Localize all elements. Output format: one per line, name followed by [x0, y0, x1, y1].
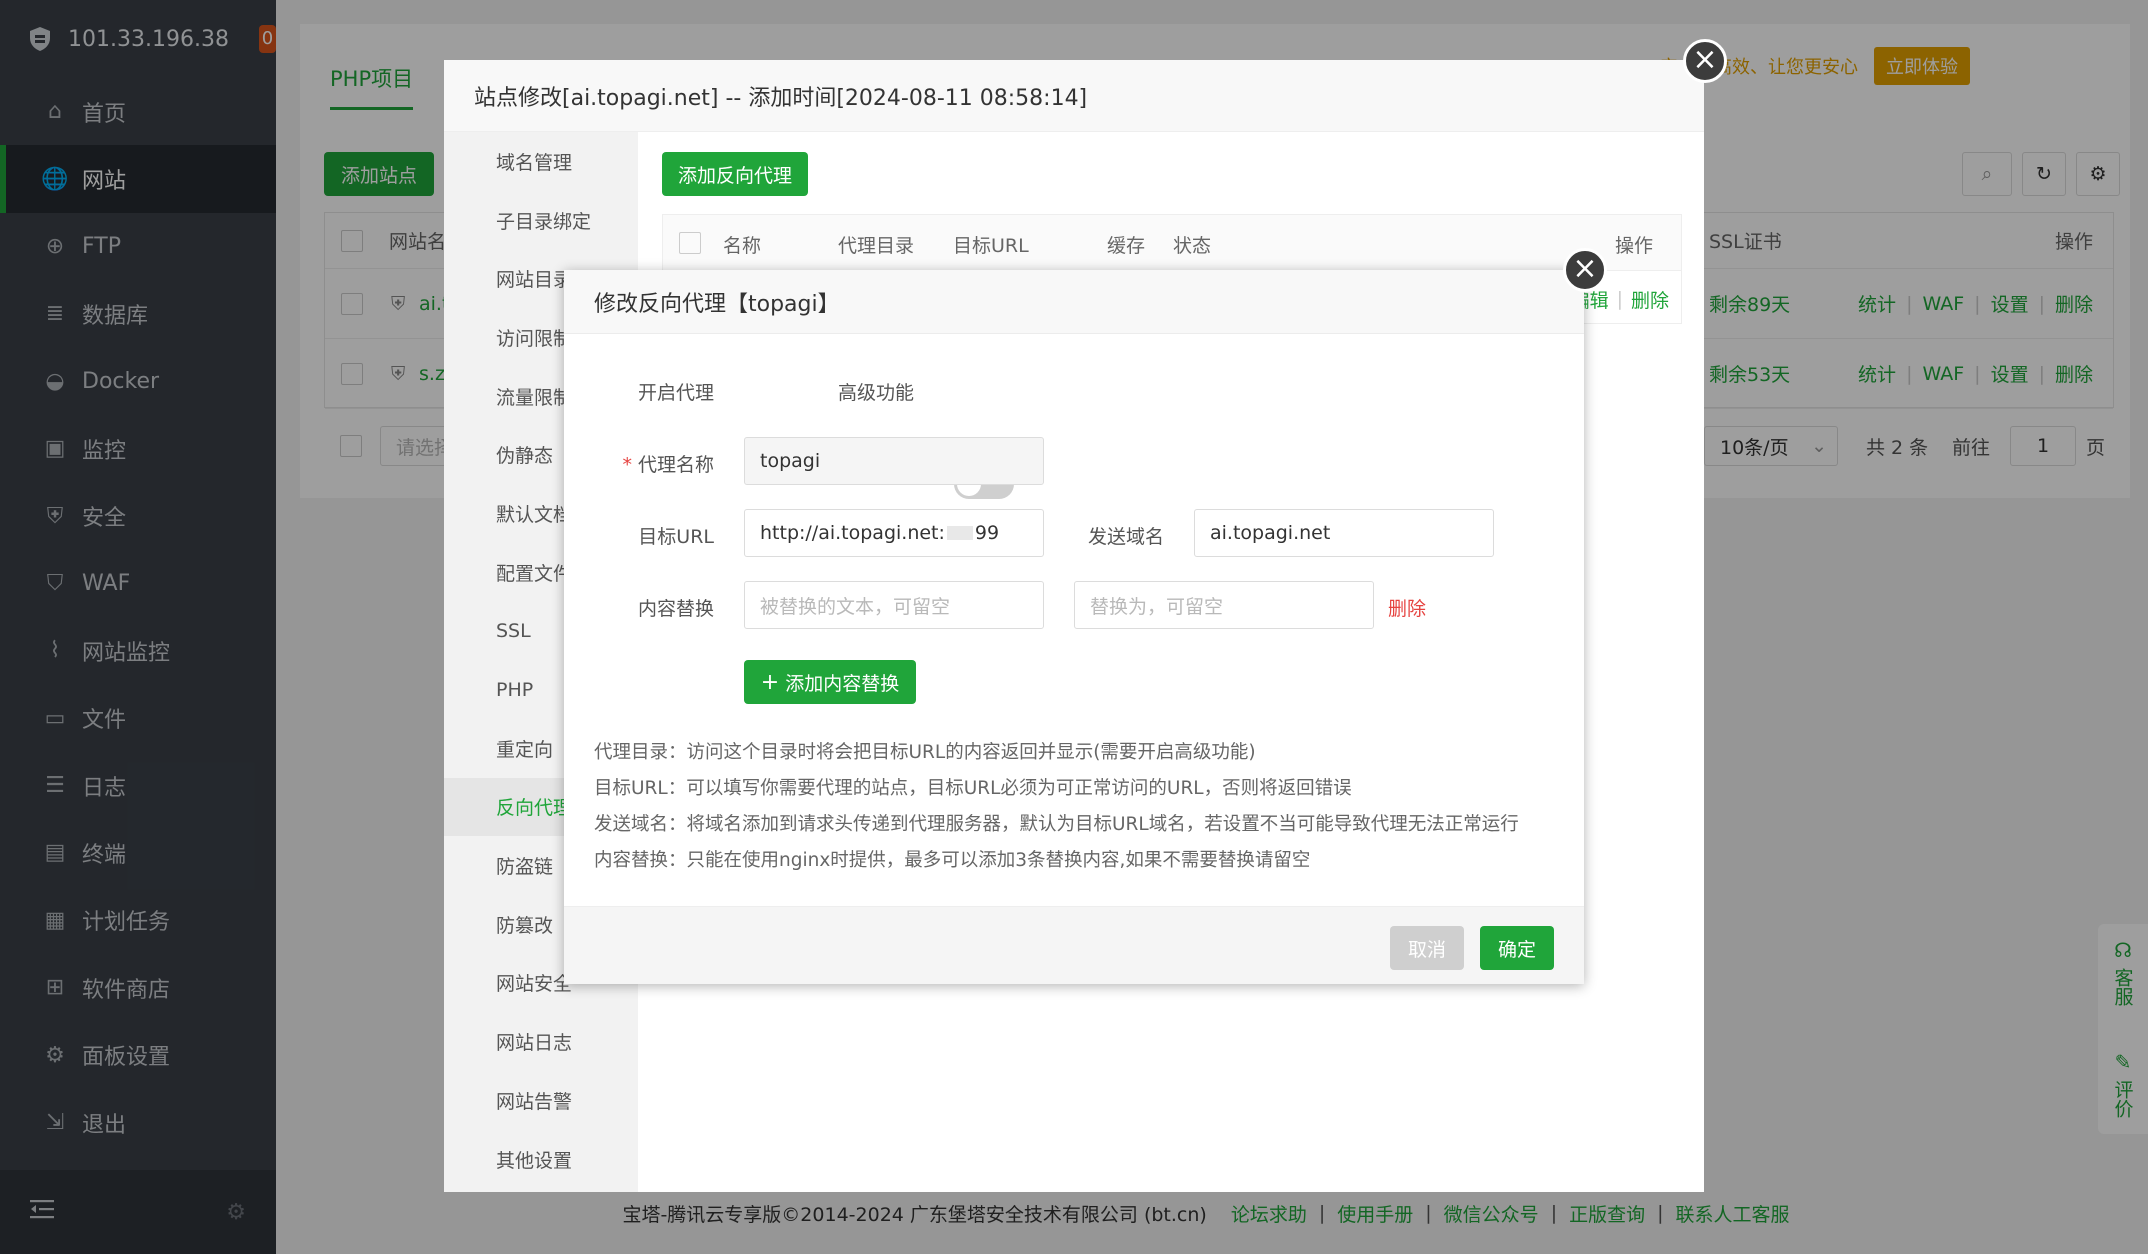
site-nav-item-15[interactable]: 网站日志 [444, 1012, 638, 1071]
content-replace-label: 内容替换 [637, 598, 714, 620]
site-nav-item-1[interactable]: 子目录绑定 [444, 191, 638, 250]
add-proxy-button[interactable]: 添加反向代理 [662, 152, 808, 196]
cancel-button[interactable]: 取消 [1390, 926, 1464, 970]
confirm-button[interactable]: 确定 [1480, 926, 1554, 970]
proxy-column-header-5: 操作 [1614, 235, 1653, 257]
close-site-modal-button[interactable]: × [1683, 39, 1727, 83]
plus-icon: + [760, 669, 780, 695]
proxy-row-delete-link[interactable]: 删除 [1631, 286, 1669, 313]
proxy-dialog-footer: 取消 确定 [564, 906, 1584, 984]
enable-proxy-label: 开启代理 [637, 382, 714, 404]
send-domain-input[interactable]: ai.topagi.net [1194, 509, 1494, 557]
proxy-column-header-2: 目标URL [953, 235, 1029, 257]
help-line: 发送域名：将域名添加到请求头传递到代理服务器，默认为目标URL域名，若设置不当可… [594, 814, 1519, 835]
advanced-label: 高级功能 [837, 382, 914, 404]
site-nav-item-0[interactable]: 域名管理 [444, 132, 638, 191]
site-nav-item-16[interactable]: 网站告警 [444, 1071, 638, 1130]
proxy-column-header-4: 状态 [1173, 235, 1212, 257]
help-line: 代理目录：访问这个目录时将会把目标URL的内容返回并显示(需要开启高级功能) [594, 742, 1256, 763]
delete-replace-link[interactable]: 删除 [1388, 594, 1426, 621]
proxy-name-label: * 代理名称 [622, 454, 714, 476]
help-line: 内容替换：只能在使用nginx时提供，最多可以添加3条替换内容,如果不需要替换请… [594, 850, 1311, 871]
proxy-name-input[interactable]: topagi [744, 437, 1044, 485]
help-line: 目标URL：可以填写你需要代理的站点，目标URL必须为可正常访问的URL，否则将… [594, 778, 1352, 799]
edit-proxy-dialog: 修改反向代理【topagi】 开启代理 高级功能 * 代理名称 topagi 目… [564, 270, 1584, 984]
replace-from-input[interactable]: 被替换的文本，可留空 [744, 581, 1044, 629]
select-all-checkbox[interactable] [679, 232, 701, 254]
add-content-replace-button[interactable]: + 添加内容替换 [744, 660, 916, 704]
target-url-input[interactable]: http://ai.topagi.net: 99 [744, 509, 1044, 557]
site-nav-item-17[interactable]: 其他设置 [444, 1130, 638, 1189]
proxy-column-header-3: 缓存 [1107, 235, 1146, 257]
close-proxy-dialog-button[interactable]: × [1563, 248, 1607, 292]
site-modal-title: 站点修改[ai.topagi.net] -- 添加时间[2024-08-11 0… [444, 60, 1704, 132]
target-url-label: 目标URL [638, 526, 714, 548]
proxy-column-header-0: 名称 [723, 235, 762, 257]
proxy-dialog-title: 修改反向代理【topagi】 [564, 270, 1584, 334]
send-domain-label: 发送域名 [1087, 526, 1164, 548]
proxy-column-header-1: 代理目录 [838, 235, 915, 257]
proxy-help-text: 代理目录：访问这个目录时将会把目标URL的内容返回并显示(需要开启高级功能) 目标… [594, 735, 1564, 879]
replace-to-input[interactable]: 替换为，可留空 [1074, 581, 1374, 629]
